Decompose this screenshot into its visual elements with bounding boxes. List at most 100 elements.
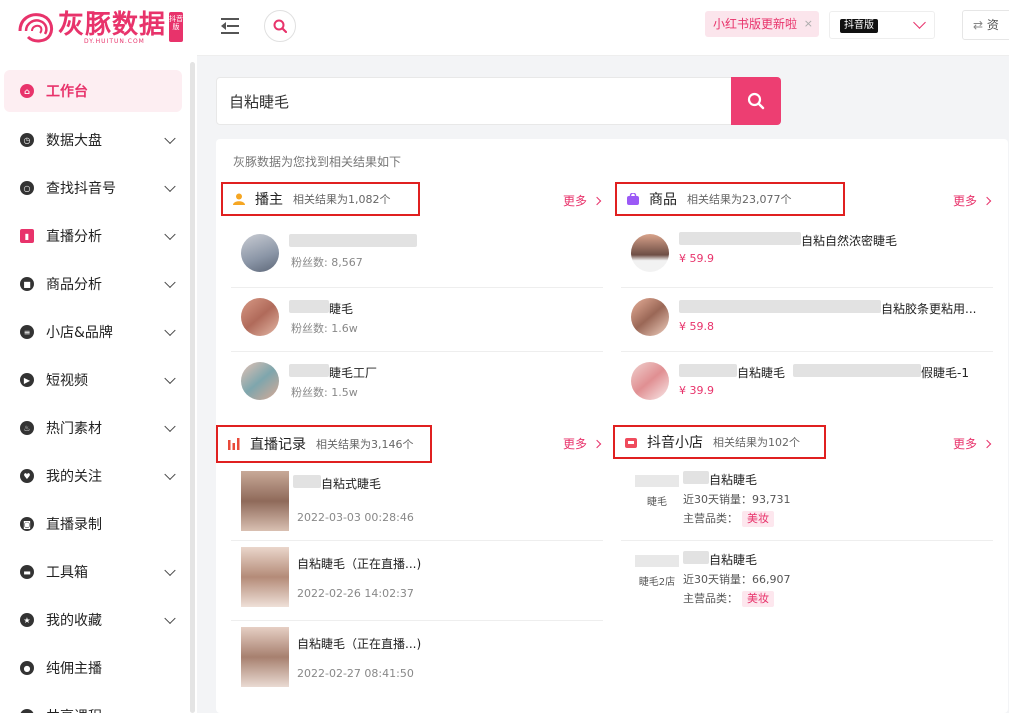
product-price: ¥ 59.9 [679,252,714,265]
product-thumb [631,362,669,400]
chevron-down-icon [164,564,176,577]
sidebar-item-label: 工具箱 [46,565,88,581]
fans-count: 粉丝数: 1.6w [291,322,358,335]
shop-icon [625,438,637,448]
shop-sales: 近30天销量：66,907 [683,573,791,586]
product-name: 自粘自然浓密睫毛 [801,234,898,248]
more-link-shops[interactable]: 更多 [953,435,990,452]
shop-logo-text: 睫毛 [647,497,667,508]
sidebar-item-label: 小店&品牌 [46,325,113,341]
search-button[interactable] [731,77,781,125]
more-link-goods[interactable]: 更多 [953,192,990,209]
resource-label: 资 [986,18,999,32]
section-shops-header: 抖音小店 相关结果为102个 [613,425,826,459]
section-count: 相关结果为3,146个 [316,438,414,451]
list-item[interactable]: 睫毛 自粘睫毛 近30天销量：93,731 主营品类： 美妆 [621,465,993,541]
sidebar-item-2[interactable]: ○ 查找抖音号 [0,164,190,212]
list-item[interactable]: 自粘睫毛 假睫毛-1 ¥ 39.9 [621,352,993,416]
sidebar-item-5[interactable]: ≡ 小店&品牌 [0,308,190,356]
course-icon: ◆ [20,709,34,713]
section-count: 相关结果为23,077个 [687,193,792,206]
sidebar-item-12[interactable]: ● 纯佣主播 [0,644,190,692]
avatar [241,234,279,272]
live-time: 2022-02-26 14:02:37 [297,587,414,600]
more-link-live[interactable]: 更多 [563,435,600,452]
list-item[interactable]: 睫毛 粉丝数: 1.6w [231,288,603,352]
close-icon[interactable]: × [804,11,813,37]
list-item[interactable]: 自粘自然浓密睫毛 ¥ 59.9 [621,224,993,288]
sidebar-item-7[interactable]: ♨ 热门素材 [0,404,190,452]
list-item[interactable]: 粉丝数: 8,567 [231,224,603,288]
list-item[interactable]: 自粘睫毛（正在直播...) 2022-02-26 14:02:37 [231,541,603,621]
sidebar-item-label: 纯佣主播 [46,661,102,677]
shop-name: 自粘睫毛 [709,553,758,567]
shop-logo: 睫毛2店 [631,551,683,595]
bar-chart-icon [228,438,240,450]
user-icon [233,193,245,205]
list-item[interactable]: 自粘式睫毛 2022-03-03 00:28:46 [231,465,603,541]
camera-icon: ◙ [20,517,34,531]
sidebar-item-10[interactable]: ▬ 工具箱 [0,548,190,596]
live-cover [241,471,289,531]
sidebar-item-label: 查找抖音号 [46,181,116,197]
list-item[interactable]: 睫毛工厂 粉丝数: 1.5w [231,352,603,416]
search-input[interactable] [217,78,731,124]
sidebar-scrollbar[interactable] [190,62,195,713]
sidebar-item-label: 商品分析 [46,277,102,293]
chevron-down-icon [164,468,176,481]
more-link-anchors[interactable]: 更多 [563,192,600,209]
sidebar-item-4[interactable]: ■ 商品分析 [0,260,190,308]
list-item[interactable]: 自粘睫毛（正在直播...) 2022-02-27 08:41:50 [231,621,603,701]
sidebar-item-11[interactable]: ★ 我的收藏 [0,596,190,644]
product-name: 自粘胶条更粘用... [881,302,977,316]
chevron-down-icon [164,372,176,385]
chevron-down-icon [164,420,176,433]
product-price: ¥ 59.8 [679,320,714,333]
section-goods-header: 商品 相关结果为23,077个 [615,182,845,216]
logo[interactable]: 灰豚数据 DY.HUITUN.COM 抖音版 [16,8,184,46]
sidebar-item-8[interactable]: ♥ 我的关注 [0,452,190,500]
sidebar-item-9[interactable]: ◙ 直播录制 [0,500,190,548]
section-live: 直播记录 相关结果为3,146个 更多 自粘式睫毛 2022-03-03 00:… [216,425,606,687]
update-notice[interactable]: 小红书版更新啦 × [705,11,820,37]
home-icon: ⌂ [20,84,34,98]
shopping-bag-icon [627,193,639,205]
live-title: 自粘式睫毛 [321,477,382,491]
chevron-down-icon [164,324,176,337]
product-name-suffix: 假睫毛-1 [921,366,969,380]
live-cover [241,547,289,607]
anchor-name: 睫毛工厂 [329,366,378,380]
chevron-down-icon [164,132,176,145]
results-summary: 灰豚数据为您找到相关结果如下 [233,155,402,169]
version-select[interactable]: 抖音版 [829,11,935,39]
sidebar-item-label: 直播分析 [46,229,102,245]
category-tag: 美妆 [742,591,774,607]
resource-button[interactable]: ⇄ 资 [962,10,1009,40]
section-count: 相关结果为1,082个 [293,193,391,206]
list-item[interactable]: 自粘胶条更粘用... ¥ 59.8 [621,288,993,352]
sidebar-item-label: 我的收藏 [46,613,102,629]
section-count: 相关结果为102个 [713,436,800,449]
search-account-icon: ○ [20,181,34,195]
list-item[interactable]: 睫毛2店 自粘睫毛 近30天销量：66,907 主营品类： 美妆 [621,545,993,621]
live-title: 自粘睫毛（正在直播...) [297,557,422,571]
sidebar-item-3[interactable]: ▮ 直播分析 [0,212,190,260]
search-icon-button[interactable] [264,10,296,42]
video-icon: ▶ [20,373,34,387]
swap-icon: ⇄ [973,18,984,32]
shop-logo: 睫毛 [631,471,683,515]
menu-collapse-icon[interactable] [221,18,239,34]
section-title: 播主 [255,192,283,208]
sidebar-item-label: 数据大盘 [46,133,102,149]
sidebar-item-13[interactable]: ◆ 共享课程 [0,692,190,713]
chevron-down-icon [164,228,176,241]
sidebar-item-0[interactable]: ⌂ 工作台 [4,70,182,112]
sidebar-item-6[interactable]: ▶ 短视频 [0,356,190,404]
chevron-down-icon [164,276,176,289]
anchor-name: 睫毛 [329,302,354,316]
product-price: ¥ 39.9 [679,384,714,397]
top-bar: 小红书版更新啦 × 抖音版 ⇄ 资 [197,0,1009,56]
shop-category: 主营品类： 美妆 [683,510,774,527]
star-icon: ★ [20,613,34,627]
sidebar-item-1[interactable]: ◷ 数据大盘 [0,116,190,164]
